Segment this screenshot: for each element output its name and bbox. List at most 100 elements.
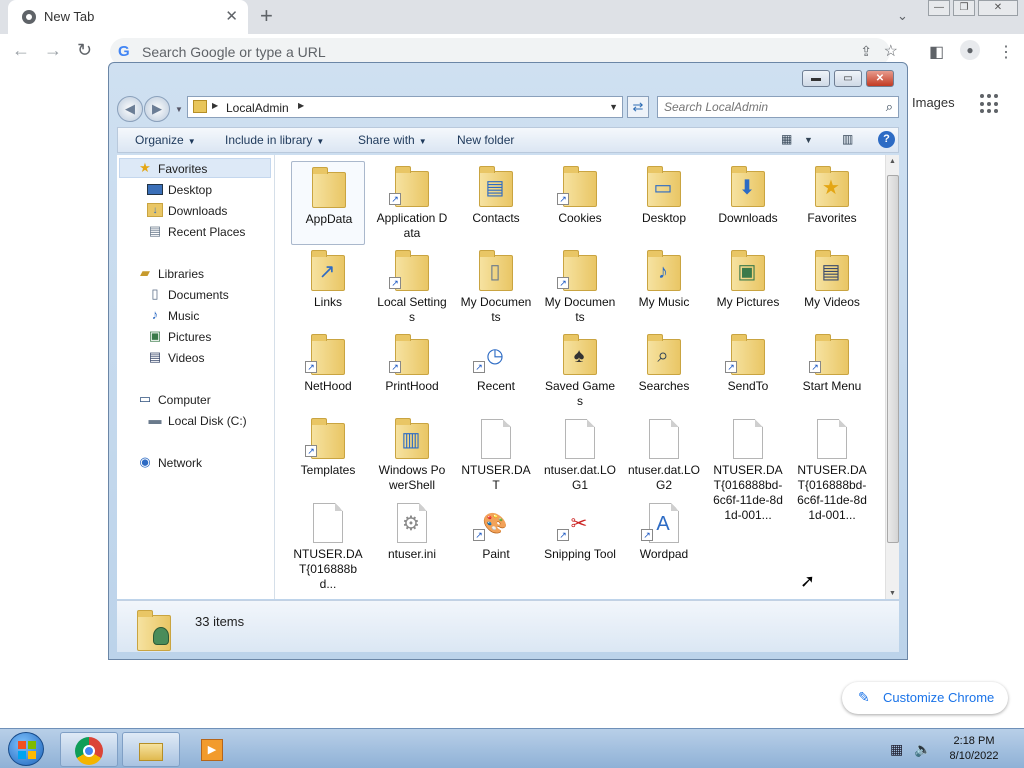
file-item[interactable]: NTUSER.DAT{016888bd-6c6f-11de-8d1d-001..… (795, 413, 869, 522)
file-item[interactable]: ⚙ ntuser.ini (375, 497, 449, 581)
forward-arrow-icon[interactable]: → (44, 40, 62, 61)
scroll-up-icon[interactable]: ▲ (889, 158, 896, 165)
file-item[interactable]: 🎨 ↗ Paint (459, 497, 533, 581)
ntp-images-link[interactable]: Images (912, 95, 955, 110)
browser-minimize-button[interactable]: — (928, 0, 950, 16)
file-item[interactable]: ↗ Templates (291, 413, 365, 497)
file-item[interactable]: ✂ ↗ Snipping Tool (543, 497, 617, 581)
taskbar-media-player-button[interactable]: ▶ (184, 732, 242, 767)
folder-icon: ↗ (389, 249, 433, 293)
file-item[interactable]: ⬇ Downloads (711, 161, 785, 245)
minimize-button[interactable]: ▬ (802, 70, 830, 87)
windows-logo-icon (18, 741, 36, 759)
file-item[interactable]: ↗ NetHood (291, 329, 365, 413)
file-name: Paint (482, 547, 510, 561)
start-button[interactable] (8, 732, 44, 766)
new-folder-button[interactable]: New folder (457, 133, 514, 147)
organize-menu[interactable]: Organize ▼ (135, 133, 196, 147)
side-panel-icon[interactable]: ◧ (929, 42, 944, 62)
change-view-icon[interactable]: ▦ (781, 132, 792, 146)
file-item[interactable]: ntuser.dat.LOG1 (543, 413, 617, 497)
address-dropdown-icon[interactable]: ▼ (609, 102, 618, 112)
file-name: My Pictures (716, 295, 780, 309)
file-item[interactable]: ▤ My Videos (795, 245, 869, 329)
file-item[interactable]: ♠ Saved Games (543, 329, 617, 413)
file-item[interactable]: ↗ Links (291, 245, 365, 329)
back-arrow-icon[interactable]: ← (12, 40, 30, 61)
view-options-chevron-icon[interactable]: ▼ (804, 135, 813, 145)
explorer-forward-button[interactable]: ▶ (144, 96, 170, 122)
file-item[interactable]: ▣ My Pictures (711, 245, 785, 329)
tab-close-icon[interactable]: ✕ (225, 7, 238, 25)
file-item[interactable]: AppData (291, 161, 365, 245)
share-icon[interactable]: ⇪ (860, 43, 872, 60)
explorer-search-box[interactable]: ⌕ (657, 96, 899, 118)
address-bar[interactable]: ▶ LocalAdmin ▶ ▼ (187, 96, 623, 118)
browser-close-button[interactable]: ✕ (978, 0, 1018, 16)
close-button[interactable]: ✕ (866, 70, 894, 87)
network-icon: ◉ (139, 454, 151, 469)
file-item[interactable]: ↗ PrintHood (375, 329, 449, 413)
file-item[interactable]: NTUSER.DAT (459, 413, 533, 497)
file-item[interactable]: ⌕ Searches (627, 329, 701, 413)
reload-icon[interactable]: ↻ (77, 40, 92, 61)
breadcrumb-separator-icon[interactable]: ▶ (212, 101, 218, 110)
chrome-favicon-icon (22, 10, 36, 24)
browser-restore-button[interactable]: ❐ (953, 0, 975, 16)
share-with-menu[interactable]: Share with ▼ (358, 133, 427, 147)
clock-time: 2:18 PM (953, 735, 995, 747)
tab-new-tab[interactable]: New Tab ✕ (8, 0, 248, 34)
explorer-back-button[interactable]: ◀ (117, 96, 143, 122)
omnibox-placeholder[interactable]: Search Google or type a URL (142, 44, 326, 60)
nav-local-disk-label: Local Disk (C:) (168, 414, 247, 428)
explorer-search-input[interactable] (664, 100, 874, 114)
file-item[interactable]: NTUSER.DAT{016888bd... (291, 497, 365, 591)
file-name: Local Settings (377, 295, 447, 324)
file-item[interactable]: ntuser.dat.LOG2 (627, 413, 701, 497)
breadcrumb-localadmin[interactable]: LocalAdmin (226, 101, 289, 115)
refresh-button[interactable]: ⇄ (627, 96, 649, 118)
scrollbar-thumb[interactable] (887, 175, 899, 543)
google-apps-grid-icon[interactable] (980, 94, 1000, 114)
file-item[interactable]: ↗ Local Settings (375, 245, 449, 329)
customize-chrome-button[interactable]: ✎ Customize Chrome (842, 682, 1008, 714)
preview-pane-icon[interactable]: ▥ (842, 132, 853, 146)
taskbar-explorer-button[interactable] (122, 732, 180, 767)
file-item[interactable]: ↗ Cookies (543, 161, 617, 245)
maximize-button[interactable]: ▭ (834, 70, 862, 87)
profile-avatar-icon[interactable]: ● (960, 40, 980, 60)
include-in-library-menu[interactable]: Include in library ▼ (225, 133, 324, 147)
search-icon[interactable]: ⌕ (886, 99, 893, 115)
file-item[interactable]: ↗ My Documents (543, 245, 617, 329)
help-icon[interactable]: ? (878, 131, 895, 148)
file-item[interactable]: ♪ My Music (627, 245, 701, 329)
chrome-menu-icon[interactable]: ⋮ (998, 42, 1014, 62)
bookmark-star-icon[interactable]: ☆ (884, 41, 898, 61)
downloads-folder-icon: ⬇ (725, 165, 769, 209)
breadcrumb-separator-icon[interactable]: ▶ (298, 101, 304, 110)
new-tab-button[interactable]: + (260, 4, 273, 28)
file-item[interactable]: ▯ My Documents (459, 245, 533, 329)
file-item[interactable]: ↗ Start Menu (795, 329, 869, 413)
file-item[interactable]: ↗ SendTo (711, 329, 785, 413)
file-item[interactable]: ▤ Contacts (459, 161, 533, 245)
shortcut-arrow-icon: ↗ (389, 277, 401, 289)
file-name: Favorites (807, 211, 857, 225)
file-item[interactable]: NTUSER.DAT{016888bd-6c6f-11de-8d1d-001..… (711, 413, 785, 522)
recent-pages-chevron-icon[interactable]: ▼ (175, 105, 183, 114)
file-item[interactable]: ▥ Windows PowerShell (375, 413, 449, 497)
file-item[interactable]: ★ Favorites (795, 161, 869, 245)
file-item[interactable]: ↗ Application Data (375, 161, 449, 245)
network-tray-icon[interactable]: ▦ (890, 741, 903, 758)
taskbar-chrome-button[interactable] (60, 732, 118, 767)
volume-icon[interactable]: 🔈 (914, 741, 931, 758)
file-item[interactable]: ▭ Desktop (627, 161, 701, 245)
tab-search-chevron-icon[interactable]: ⌄ (897, 8, 908, 24)
folder-icon: ↗ (725, 333, 769, 377)
file-item[interactable]: A ↗ Wordpad (627, 497, 701, 581)
file-item[interactable]: ◷ ↗ Recent (459, 329, 533, 413)
scroll-down-icon[interactable]: ▼ (889, 590, 896, 597)
vertical-scrollbar[interactable]: ▲ ▼ (885, 155, 899, 599)
pictures-folder-icon: ▣ (725, 249, 769, 293)
system-clock[interactable]: 2:18 PM 8/10/2022 (944, 734, 1004, 764)
